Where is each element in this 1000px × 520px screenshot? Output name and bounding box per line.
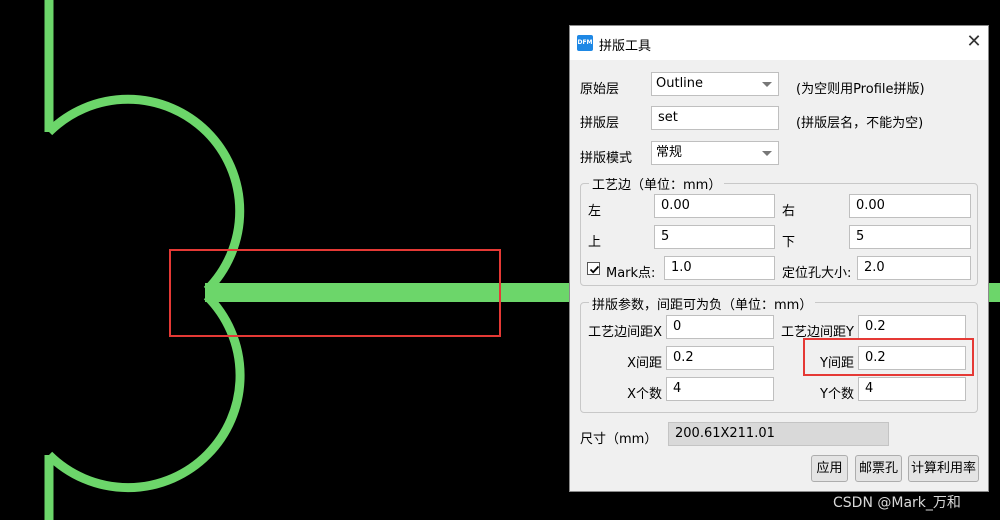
hole-size-input[interactable]: 2.0 <box>857 256 971 280</box>
watermark: CSDN @Mark_万和 <box>833 495 961 511</box>
hole-size-label: 定位孔大小: <box>782 266 852 281</box>
apply-button[interactable]: 应用 <box>811 455 848 482</box>
panel-layer-hint: (拼版层名，不能为空) <box>796 116 924 131</box>
y-count-label: Y个数 <box>820 387 854 402</box>
x-gap-input[interactable]: 0.2 <box>666 346 774 370</box>
panel-mode-select[interactable]: 常规 <box>651 141 779 165</box>
x-count-label: X个数 <box>627 387 662 402</box>
source-layer-select[interactable]: Outline <box>651 72 779 96</box>
highlight-box-y-gap <box>803 338 974 376</box>
source-layer-hint: (为空则用Profile拼版) <box>796 82 925 97</box>
size-value: 200.61X211.01 <box>668 422 889 446</box>
edge-right-input[interactable]: 0.00 <box>849 194 971 218</box>
edge-bottom-input[interactable]: 5 <box>849 225 971 249</box>
edge-gap-x-input[interactable]: 0 <box>666 315 774 339</box>
stamp-hole-button[interactable]: 邮票孔 <box>855 455 902 482</box>
calc-utilization-button[interactable]: 计算利用率 <box>908 455 979 482</box>
chevron-down-icon <box>762 82 772 87</box>
edge-gap-y-input[interactable]: 0.2 <box>858 315 966 339</box>
dialog-title: 拼版工具 <box>599 39 652 54</box>
edge-right-label: 右 <box>782 204 796 219</box>
panel-mode-label: 拼版模式 <box>580 151 633 166</box>
source-layer-value: Outline <box>656 76 704 91</box>
x-count-input[interactable]: 4 <box>666 377 774 401</box>
source-layer-label: 原始层 <box>580 82 620 97</box>
chevron-down-icon <box>762 151 772 156</box>
app-icon: DFM <box>577 35 593 51</box>
edge-bottom-label: 下 <box>782 235 796 250</box>
close-icon[interactable]: ✕ <box>964 32 984 52</box>
x-gap-label: X间距 <box>627 356 662 371</box>
edge-left-label: 左 <box>588 204 602 219</box>
params-group-title: 拼版参数，间距可为负（单位：mm） <box>589 294 816 313</box>
edge-top-label: 上 <box>588 235 602 250</box>
edge-left-input[interactable]: 0.00 <box>654 194 775 218</box>
checkmark-icon <box>589 265 600 274</box>
mark-label: Mark点: <box>606 266 656 281</box>
highlight-box-joint <box>169 249 501 337</box>
panel-layer-label: 拼版层 <box>580 116 620 131</box>
pcb-connector-trace-right <box>988 283 1000 302</box>
size-label: 尺寸（mm） <box>580 432 658 447</box>
panel-tool-dialog: DFM 拼版工具 ✕ 原始层 Outline (为空则用Profile拼版) 拼… <box>569 25 989 492</box>
panel-layer-input[interactable]: set <box>651 106 779 130</box>
panel-mode-value: 常规 <box>656 145 683 160</box>
dialog-titlebar: DFM 拼版工具 ✕ <box>570 26 988 60</box>
edge-gap-x-label: 工艺边间距X <box>588 325 662 340</box>
mark-checkbox[interactable] <box>587 262 600 275</box>
edge-group-title: 工艺边（单位：mm） <box>589 174 725 193</box>
mark-input[interactable]: 1.0 <box>664 256 775 280</box>
y-count-input[interactable]: 4 <box>858 377 966 401</box>
edge-top-input[interactable]: 5 <box>654 225 775 249</box>
